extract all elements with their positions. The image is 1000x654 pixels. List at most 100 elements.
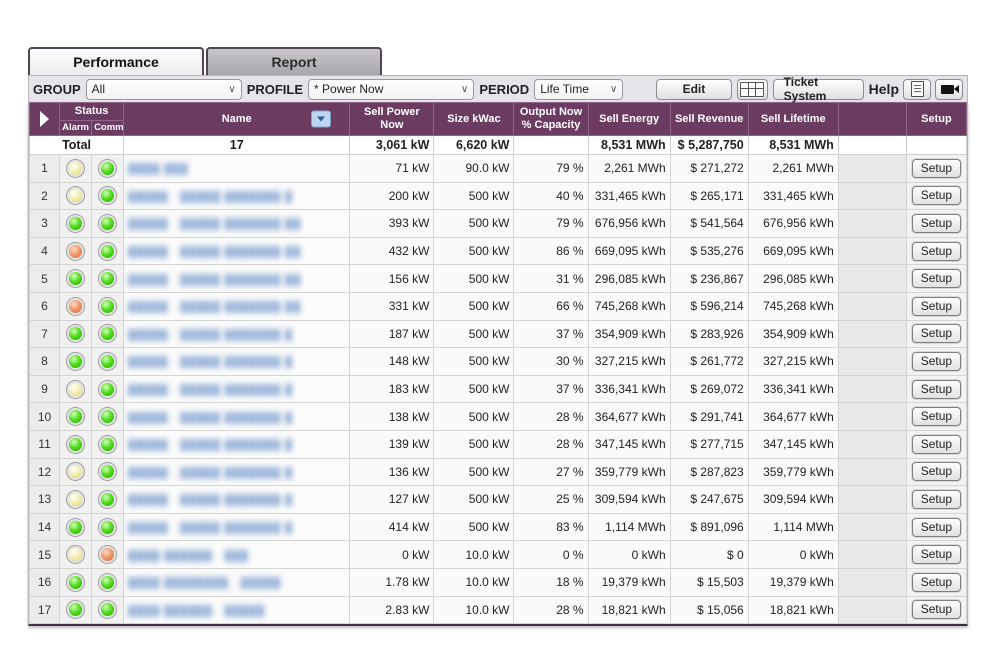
table-row: 3 █████ - █████ ███████ ██ 393 kW 500 kW… (30, 210, 967, 238)
site-name-cell[interactable]: ████ ██████ - █████ (124, 596, 350, 624)
blank-cell (838, 292, 906, 320)
help-doc-button[interactable] (903, 79, 931, 100)
setup-button[interactable]: Setup (912, 435, 961, 454)
setup-button[interactable]: Setup (912, 214, 961, 233)
setup-button[interactable]: Setup (912, 407, 961, 426)
expand-arrow-header[interactable] (30, 103, 60, 136)
site-name-cell[interactable]: ████ ████████ - █████ (124, 568, 350, 596)
comm-cell (92, 155, 124, 183)
col-header-setup: Setup (906, 103, 966, 136)
setup-button[interactable]: Setup (912, 297, 961, 316)
col-header-sell-energy[interactable]: Sell Energy (588, 103, 670, 136)
site-name-cell[interactable]: █████ - █████ ███████ ██ (124, 237, 350, 265)
row-number: 5 (30, 265, 60, 293)
site-name-cell[interactable]: █████ - █████ ███████ █ (124, 430, 350, 458)
row-number: 8 (30, 348, 60, 376)
setup-button[interactable]: Setup (912, 324, 961, 343)
period-select[interactable]: Life Time ∨ (534, 79, 623, 100)
alarm-status-led (67, 298, 84, 315)
sell-energy-value: 309,594 kWh (588, 486, 670, 514)
size-value: 500 kW (434, 348, 514, 376)
site-name-cell[interactable]: █████ - █████ ███████ ██ (124, 265, 350, 293)
alarm-cell (60, 513, 92, 541)
alarm-cell (60, 568, 92, 596)
sell-power-value: 127 kW (350, 486, 434, 514)
col-header-name[interactable]: Name (124, 103, 350, 136)
comm-status-led (99, 519, 116, 536)
col-header-sell-lifetime[interactable]: Sell Lifetime (748, 103, 838, 136)
name-sort-button[interactable] (311, 111, 331, 128)
setup-button[interactable]: Setup (912, 545, 961, 564)
setup-button[interactable]: Setup (912, 490, 961, 509)
size-value: 10.0 kW (434, 541, 514, 569)
setup-button[interactable]: Setup (912, 269, 961, 288)
site-name-cell[interactable]: █████ - █████ ███████ █ (124, 486, 350, 514)
comm-cell (92, 182, 124, 210)
setup-button[interactable]: Setup (912, 462, 961, 481)
total-setup-blank (906, 136, 966, 155)
alarm-status-led (67, 215, 84, 232)
sell-lifetime-value: 0 kWh (748, 541, 838, 569)
site-name-cell[interactable]: █████ - █████ ███████ █ (124, 182, 350, 210)
col-header-size[interactable]: Size kWac (434, 103, 514, 136)
setup-cell: Setup (906, 210, 966, 238)
blank-cell (838, 541, 906, 569)
table-row: 4 █████ - █████ ███████ ██ 432 kW 500 kW… (30, 237, 967, 265)
site-name-cell[interactable]: █████ - █████ ███████ █ (124, 375, 350, 403)
setup-button[interactable]: Setup (912, 573, 961, 592)
sell-energy-value: 745,268 kWh (588, 292, 670, 320)
comm-status-led (99, 187, 116, 204)
setup-button[interactable]: Setup (912, 186, 961, 205)
site-name-cell[interactable]: █████ - █████ ███████ █ (124, 403, 350, 431)
sell-power-value: 183 kW (350, 375, 434, 403)
tab-performance[interactable]: Performance (28, 47, 204, 75)
size-value: 500 kW (434, 513, 514, 541)
help-video-button[interactable] (935, 79, 963, 100)
setup-button[interactable]: Setup (912, 159, 961, 178)
site-name-cell[interactable]: █████ - █████ ███████ █ (124, 348, 350, 376)
site-name-cell[interactable]: █████ - █████ ███████ ██ (124, 292, 350, 320)
setup-button[interactable]: Setup (912, 352, 961, 371)
profile-select[interactable]: * Power Now ∨ (308, 79, 474, 100)
setup-button[interactable]: Setup (912, 242, 961, 261)
sell-power-value: 200 kW (350, 182, 434, 210)
site-name-blurred: ████ ███ (128, 164, 188, 175)
col-header-sell-power[interactable]: Sell Power Now (350, 103, 434, 136)
ticket-system-button[interactable]: Ticket System (773, 79, 864, 100)
setup-cell: Setup (906, 265, 966, 293)
total-sell-power: 3,061 kW (350, 136, 434, 155)
alarm-status-led (67, 601, 84, 618)
group-label: GROUP (33, 82, 81, 97)
output-capacity-value: 27 % (514, 458, 588, 486)
setup-button[interactable]: Setup (912, 518, 961, 537)
row-number: 7 (30, 320, 60, 348)
sell-revenue-value: $ 236,867 (670, 265, 748, 293)
blank-cell (838, 430, 906, 458)
site-name-cell[interactable]: █████ - █████ ███████ █ (124, 320, 350, 348)
site-name-cell[interactable]: █████ - █████ ███████ █ (124, 513, 350, 541)
site-name-cell[interactable]: ████ ██████ - ███ (124, 541, 350, 569)
col-header-blank (838, 103, 906, 136)
tab-report[interactable]: Report (206, 47, 382, 75)
group-select[interactable]: All ∨ (86, 79, 242, 100)
size-value: 500 kW (434, 210, 514, 238)
setup-button[interactable]: Setup (912, 380, 961, 399)
site-name-cell[interactable]: █████ - █████ ███████ █ (124, 458, 350, 486)
table-row: 16 ████ ████████ - █████ 1.78 kW 10.0 kW… (30, 568, 967, 596)
setup-button[interactable]: Setup (912, 600, 961, 619)
col-header-output[interactable]: Output Now % Capacity (514, 103, 588, 136)
alarm-status-led (67, 463, 84, 480)
row-number: 3 (30, 210, 60, 238)
period-label: PERIOD (479, 82, 529, 97)
period-select-value: Life Time (540, 82, 589, 96)
row-number: 11 (30, 430, 60, 458)
comm-cell (92, 375, 124, 403)
site-name-cell[interactable]: █████ - █████ ███████ ██ (124, 210, 350, 238)
table-row: 7 █████ - █████ ███████ █ 187 kW 500 kW … (30, 320, 967, 348)
sell-revenue-value: $ 265,171 (670, 182, 748, 210)
site-name-cell[interactable]: ████ ███ (124, 155, 350, 183)
sell-lifetime-value: 745,268 kWh (748, 292, 838, 320)
edit-button[interactable]: Edit (656, 79, 731, 100)
col-header-sell-revenue[interactable]: Sell Revenue (670, 103, 748, 136)
grid-view-button[interactable] (737, 79, 768, 100)
